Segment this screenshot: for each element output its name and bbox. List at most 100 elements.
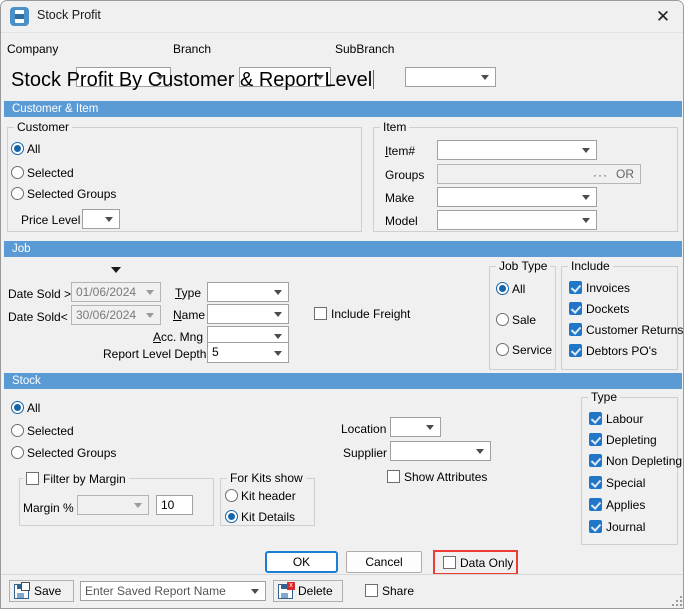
job-name-select[interactable]: [207, 304, 289, 324]
share-checkbox[interactable]: Share: [365, 584, 414, 598]
company-branch-row: Company Branch SubBranch: [1, 33, 683, 66]
chevron-down-icon: [134, 503, 142, 508]
job-type-field-label: Type: [175, 286, 201, 300]
customer-radio-all[interactable]: All: [11, 142, 40, 156]
radio-dot-icon: [225, 489, 238, 502]
saved-report-name-select[interactable]: Enter Saved Report Name: [80, 581, 266, 601]
save-button[interactable]: Save: [9, 580, 74, 602]
for-kits-show-title: For Kits show: [227, 471, 306, 485]
cancel-button[interactable]: Cancel: [346, 551, 422, 573]
title-bar: Stock Profit ✕: [1, 1, 683, 33]
make-label: Make: [385, 191, 414, 205]
include-checkbox-customer-returns[interactable]: Customer Returns: [569, 323, 683, 337]
chevron-down-icon: [582, 148, 590, 153]
stock-type-group-title: Type: [588, 390, 620, 404]
radio-dot-icon: [11, 446, 24, 459]
filter-by-margin-checkbox[interactable]: Filter by Margin: [23, 472, 129, 486]
chevron-down-icon: [582, 218, 590, 223]
show-attributes-checkbox[interactable]: Show Attributes: [387, 470, 487, 484]
report-level-depth-label: Report Level Depth: [103, 347, 206, 361]
chevron-down-icon: [476, 449, 484, 454]
location-select[interactable]: [390, 417, 441, 437]
job-type-field-select[interactable]: [207, 282, 289, 302]
date-sold-gt-label: Date Sold >: [8, 287, 71, 301]
include-group-title: Include: [568, 259, 613, 273]
report-level-depth-select[interactable]: 5: [207, 342, 289, 363]
window-title: Stock Profit: [37, 8, 101, 22]
radio-dot-icon: [11, 401, 24, 414]
model-label: Model: [385, 214, 418, 228]
stock-type-checkbox-depleting[interactable]: Depleting: [589, 433, 657, 447]
make-select[interactable]: [437, 187, 597, 207]
data-only-checkbox[interactable]: Data Only: [443, 556, 513, 570]
kits-radio-kit-details[interactable]: Kit Details: [225, 510, 295, 524]
include-checkbox-debtors-pos[interactable]: Debtors PO's: [569, 344, 657, 358]
checkbox-icon: [589, 433, 602, 446]
stock-type-checkbox-non-depleting[interactable]: Non Depleting: [589, 454, 682, 468]
chevron-down-icon: [274, 312, 282, 317]
model-select[interactable]: [437, 210, 597, 230]
section-header-stock: Stock: [4, 373, 682, 389]
ok-button[interactable]: OK: [265, 551, 338, 573]
acc-mng-label: Acc. Mng: [153, 330, 203, 344]
stock-radio-all[interactable]: All: [11, 401, 40, 415]
checkbox-icon: [589, 498, 602, 511]
branch-label: Branch: [173, 42, 211, 56]
include-checkbox-invoices[interactable]: Invoices: [569, 281, 630, 295]
section-header-job: Job: [4, 241, 682, 257]
date-sold-lt-select[interactable]: 30/06/2024: [71, 305, 161, 325]
stock-type-checkbox-labour[interactable]: Labour: [589, 412, 643, 426]
chevron-down-icon: [426, 425, 434, 430]
checkbox-icon: [569, 281, 582, 294]
stock-type-checkbox-journal[interactable]: Journal: [589, 520, 645, 534]
radio-dot-icon: [11, 142, 24, 155]
ellipsis-icon[interactable]: ···: [593, 168, 608, 182]
item-group-title: Item: [380, 120, 409, 134]
include-freight-checkbox[interactable]: Include Freight: [314, 307, 410, 321]
close-icon[interactable]: ✕: [652, 6, 674, 28]
itemno-select[interactable]: [437, 140, 597, 160]
margin-pct-select[interactable]: [77, 495, 149, 515]
delete-button[interactable]: x Delete: [273, 580, 343, 602]
checkbox-icon: [589, 454, 602, 467]
checkbox-icon: [589, 412, 602, 425]
subbranch-select[interactable]: [405, 67, 496, 87]
checkbox-icon: [387, 470, 400, 483]
stock-type-checkbox-special[interactable]: Special: [589, 476, 645, 490]
stock-type-checkbox-applies[interactable]: Applies: [589, 498, 645, 512]
groups-or-label: OR: [616, 167, 634, 181]
resize-grip[interactable]: [670, 594, 682, 606]
chevron-down-icon: [481, 75, 489, 80]
text-caret: [373, 70, 374, 89]
supplier-select[interactable]: [390, 441, 491, 461]
customer-group-title: Customer: [14, 120, 72, 134]
checkbox-icon: [569, 323, 582, 336]
groups-field[interactable]: ··· OR: [437, 164, 641, 184]
groups-label: Groups: [385, 168, 424, 182]
job-type-radio-sale[interactable]: Sale: [496, 313, 536, 327]
chevron-down-icon: [105, 217, 113, 222]
job-type-radio-all[interactable]: All: [496, 282, 525, 296]
delete-floppy-icon: x: [278, 584, 293, 599]
include-checkbox-dockets[interactable]: Dockets: [569, 302, 629, 316]
date-sold-gt-select[interactable]: 01/06/2024: [71, 282, 161, 302]
stock-profit-window: Stock Profit ✕ Company Branch SubBranch …: [0, 0, 684, 609]
checkbox-icon: [443, 556, 456, 569]
radio-dot-icon: [11, 187, 24, 200]
chevron-down-icon: [146, 313, 154, 318]
save-floppy-icon: [14, 584, 29, 599]
stock-radio-selected[interactable]: Selected: [11, 424, 74, 438]
kits-radio-kit-header[interactable]: Kit header: [225, 489, 296, 503]
job-type-radio-service[interactable]: Service: [496, 343, 552, 357]
subbranch-label: SubBranch: [335, 42, 394, 56]
date-sold-lt-label: Date Sold<: [8, 310, 68, 324]
price-level-select[interactable]: [82, 209, 120, 229]
margin-number-input[interactable]: 10: [156, 495, 193, 515]
checkbox-icon: [589, 476, 602, 489]
date-range-dropdown-icon[interactable]: [111, 267, 121, 273]
customer-radio-selected-groups[interactable]: Selected Groups: [11, 187, 116, 201]
chevron-down-icon: [274, 290, 282, 295]
customer-radio-selected[interactable]: Selected: [11, 166, 74, 180]
radio-dot-icon: [225, 510, 238, 523]
stock-radio-selected-groups[interactable]: Selected Groups: [11, 446, 116, 460]
